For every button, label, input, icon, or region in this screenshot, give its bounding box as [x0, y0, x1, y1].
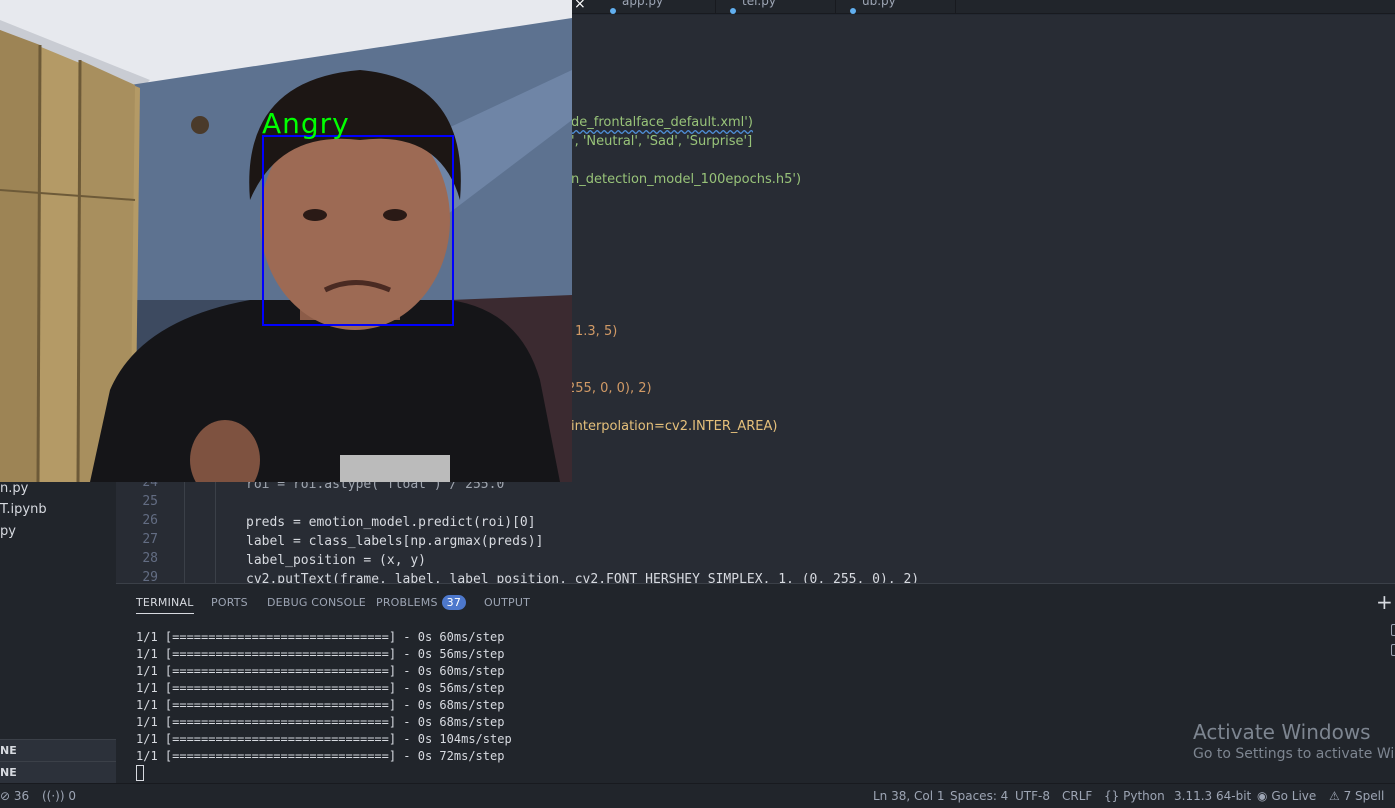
tab-problems-label: PROBLEMS [376, 596, 438, 609]
indentation-setting[interactable]: Spaces: 4 [950, 789, 1008, 803]
code-line: label = class_labels[np.argmax(preds)] [246, 534, 544, 549]
python-file-icon [850, 8, 856, 14]
terminal-line: 1/1 [==============================] - 0… [136, 664, 505, 678]
tab-ub-py[interactable]: ub.py [836, 0, 956, 14]
python-interpreter[interactable]: 3.11.3 64-bit [1174, 789, 1251, 803]
spell-check-status[interactable]: ⚠ 7 Spell [1329, 789, 1384, 803]
code-line: label_position = (x, y) [246, 553, 427, 568]
line-number: 29 [142, 570, 158, 583]
signal-icon: ◉ [1257, 789, 1268, 803]
go-live-button[interactable]: ◉ Go Live [1257, 789, 1316, 803]
tab-output[interactable]: OUTPUT [484, 596, 530, 609]
line-number: 25 [142, 494, 158, 509]
code-fragment: ', 'Neutral', 'Sad', 'Surprise'] [571, 134, 753, 149]
face-detection-box [262, 135, 454, 326]
tab-debug-console[interactable]: DEBUG CONSOLE [267, 596, 366, 609]
sidebar-section-timeline[interactable]: NE [0, 761, 116, 783]
problems-status[interactable]: ⊘ 36 [0, 789, 29, 803]
tab-terminal[interactable]: TERMINAL [136, 596, 194, 614]
code-fragment: n_detection_model_100epochs.h5') [571, 172, 802, 187]
problems-count-badge: 37 [441, 595, 467, 610]
terminal-instance-icon[interactable] [1391, 624, 1395, 636]
tab-problems[interactable]: PROBLEMS 37 [376, 595, 467, 610]
tab-app-py[interactable]: app.py [596, 0, 716, 14]
python-file-icon [610, 8, 616, 14]
status-bar: ⊘ 36 ((·)) 0 Ln 38, Col 1 Spaces: 4 UTF-… [0, 783, 1395, 808]
indent-guide [184, 475, 185, 583]
line-number: 26 [142, 513, 158, 528]
error-icon: ⊘ [0, 789, 11, 803]
broadcast-icon: ((·)) [42, 789, 65, 803]
indent-guide [215, 475, 216, 583]
terminal-instance-icon[interactable] [1391, 644, 1395, 656]
tab-label: ub.py [862, 0, 896, 8]
tab-close-icon[interactable]: × [574, 0, 586, 12]
terminal-line: 1/1 [==============================] - 0… [136, 681, 505, 695]
eol-setting[interactable]: CRLF [1062, 789, 1092, 803]
file-item[interactable]: py [0, 521, 16, 543]
terminal-line: 1/1 [==============================] - 0… [136, 647, 505, 661]
language-label: Python [1123, 789, 1165, 803]
spell-label: 7 Spell [1343, 789, 1385, 803]
tab-label: app.py [622, 0, 664, 8]
line-number: 27 [142, 532, 158, 547]
terminal-line: 1/1 [==============================] - 0… [136, 698, 505, 712]
webcam-window[interactable]: Angry [0, 0, 572, 482]
tab-ports[interactable]: PORTS [211, 596, 248, 609]
remote-status[interactable]: ((·)) 0 [42, 789, 76, 803]
new-terminal-icon[interactable]: + [1376, 590, 1393, 614]
code-line: preds = emotion_model.predict(roi)[0] [246, 515, 536, 530]
error-count: 36 [13, 789, 30, 803]
editor-tab-bar: app.py tel.py ub.py [572, 0, 1395, 14]
line-number: 28 [142, 551, 158, 566]
go-live-label: Go Live [1271, 789, 1317, 803]
remote-count: 0 [68, 789, 77, 803]
cursor-position[interactable]: Ln 38, Col 1 [873, 789, 945, 803]
language-mode[interactable]: {} Python [1104, 789, 1165, 803]
python-file-icon [730, 8, 736, 14]
file-item[interactable]: T.ipynb [0, 499, 47, 521]
code-line: cv2.putText(frame, label, label_position… [246, 572, 920, 583]
activate-windows-subtitle: Go to Settings to activate Wind [1193, 746, 1395, 762]
code-fragment: de_frontalface_default.xml') [571, 115, 753, 130]
code-fragment: interpolation=cv2.INTER_AREA) [571, 419, 778, 434]
code-fragment: 1.3, 5) [575, 324, 618, 339]
terminal-line: 1/1 [==============================] - 0… [136, 749, 505, 763]
tab-tel-py[interactable]: tel.py [716, 0, 836, 14]
encoding-setting[interactable]: UTF-8 [1015, 789, 1050, 803]
code-fragment: 255, 0, 0), 2) [567, 381, 652, 396]
terminal-line: 1/1 [==============================] - 0… [136, 630, 505, 644]
activate-windows-title: Activate Windows [1193, 720, 1371, 744]
braces-icon: {} [1104, 789, 1120, 803]
terminal-line: 1/1 [==============================] - 0… [136, 715, 505, 729]
emotion-label: Angry [262, 107, 350, 140]
sidebar-section-outline[interactable]: NE [0, 739, 116, 761]
warning-icon: ⚠ [1329, 789, 1340, 803]
terminal-line: 1/1 [==============================] - 0… [136, 732, 512, 746]
terminal-cursor[interactable] [136, 765, 144, 781]
tab-label: tel.py [742, 0, 776, 8]
